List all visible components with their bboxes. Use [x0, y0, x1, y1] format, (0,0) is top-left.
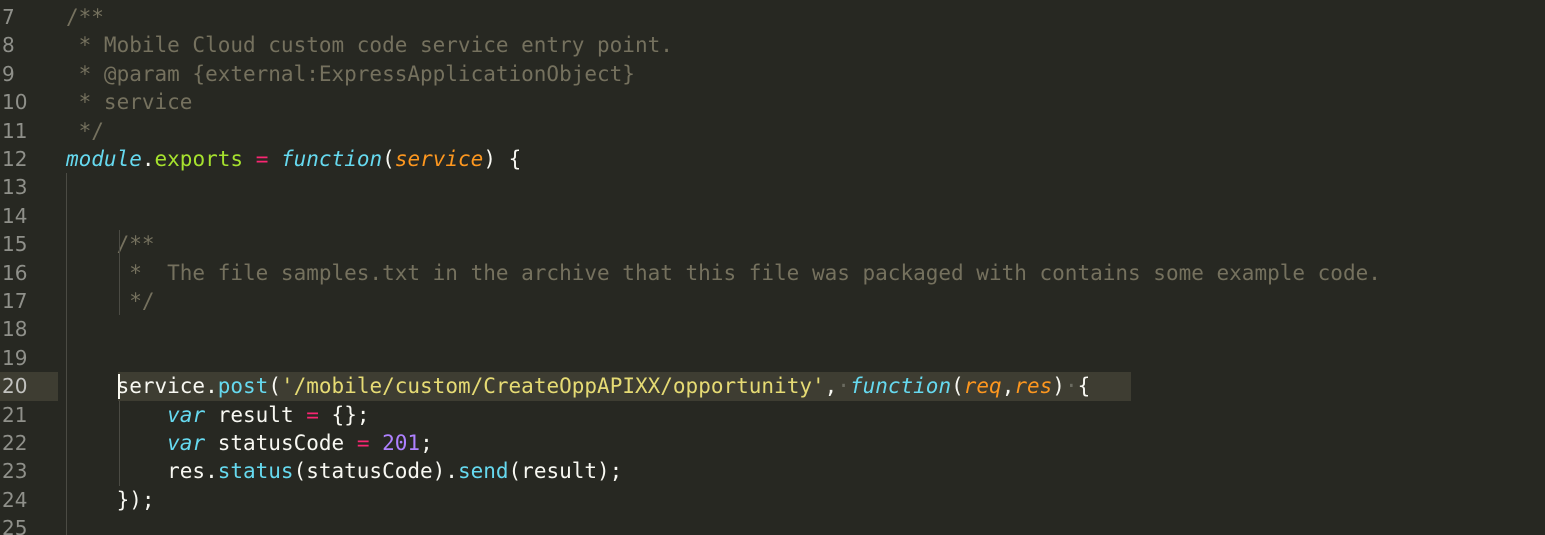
code-line[interactable]: });: [66, 486, 155, 514]
code-line[interactable]: * @param {external:ExpressApplicationObj…: [66, 60, 635, 88]
code-token: =: [255, 147, 269, 171]
code-line[interactable]: */: [66, 287, 155, 315]
code-token: var: [167, 402, 206, 427]
code-line[interactable]: * The file samples.txt in the archive th…: [66, 259, 1381, 287]
line-number: 7: [2, 5, 15, 29]
code-token: ·: [837, 374, 850, 399]
code-token: .: [205, 374, 218, 399]
code-area[interactable]: /** * Mobile Cloud custom code service e…: [66, 0, 1536, 535]
line-number: 25: [2, 516, 28, 535]
code-token: /**: [66, 5, 104, 29]
line-number: 22: [2, 431, 28, 455]
line-number: 17: [2, 289, 28, 313]
code-token: service: [394, 147, 484, 171]
code-token: 201: [382, 431, 421, 455]
line-number: 24: [2, 487, 28, 512]
code-line[interactable]: var result = {};: [66, 401, 369, 429]
code-token: ): [1052, 374, 1065, 399]
text-cursor: [118, 374, 120, 399]
code-token: .: [141, 147, 155, 171]
code-line[interactable]: res.status(statusCode).send(result);: [66, 457, 622, 485]
indent-guide: [119, 400, 120, 486]
code-token: function: [281, 147, 383, 171]
code-token: var: [167, 431, 206, 455]
code-line[interactable]: * Mobile Cloud custom code service entry…: [66, 31, 673, 59]
code-token: {};: [318, 402, 370, 427]
code-line[interactable]: */: [66, 117, 104, 145]
line-number: 18: [2, 317, 28, 342]
line-number: 21: [2, 402, 28, 427]
code-token: '/mobile/custom/CreateOppAPIXX/opportuni…: [280, 374, 825, 399]
line-number: 20: [0, 372, 58, 401]
code-token: statusCode: [205, 431, 357, 455]
code-token: req: [963, 374, 1002, 399]
code-token: result: [205, 402, 307, 427]
code-token: ;: [420, 431, 433, 455]
code-token: post: [217, 374, 269, 399]
code-token: {: [1077, 374, 1091, 399]
line-number-gutter: 7 8 9 10 11 12 13 14 15 16 17 18 19 20 21 22 23 24 25: [0, 0, 58, 535]
code-line[interactable]: /**: [66, 3, 104, 31]
code-token: * service: [66, 90, 193, 115]
code-line[interactable]: service.post('/mobile/custom/CreateOppAP…: [66, 372, 1091, 400]
line-number: 12: [2, 147, 28, 171]
code-line[interactable]: /**: [66, 230, 155, 258]
code-token: ·: [1064, 374, 1078, 399]
line-number: 19: [2, 345, 28, 370]
code-token: =: [306, 402, 319, 427]
code-token: });: [66, 487, 155, 512]
code-token: /**: [66, 232, 155, 257]
code-token: exports: [154, 147, 244, 171]
code-token: * Mobile Cloud custom code service entry…: [66, 33, 673, 58]
code-token: * The file samples.txt in the archive th…: [66, 260, 1381, 285]
code-line[interactable]: var statusCode = 201;: [66, 429, 433, 457]
line-number: 8: [2, 33, 15, 58]
code-token: (: [382, 147, 395, 171]
line-number: 9: [2, 61, 15, 86]
code-token: ,: [1001, 374, 1015, 399]
indent-guide: [119, 230, 120, 316]
line-number: 16: [2, 260, 28, 285]
code-token: (: [951, 374, 964, 399]
line-number: 23: [2, 459, 28, 484]
code-token: ) {: [483, 147, 522, 171]
code-token: status: [217, 459, 294, 484]
line-number: 14: [2, 203, 28, 228]
line-number: 11: [2, 118, 28, 143]
line-number: 10: [2, 90, 28, 115]
code-token: (statusCode).: [293, 459, 458, 484]
code-token: (: [268, 374, 281, 399]
code-token: ,: [824, 374, 838, 399]
code-token: res.: [66, 459, 218, 484]
code-token: =: [356, 431, 370, 455]
code-token: (result);: [508, 459, 623, 484]
code-line[interactable]: module.exports = function(service) {: [66, 145, 521, 173]
code-token: * @param {external:ExpressApplicationObj…: [66, 61, 635, 86]
code-token: */: [66, 289, 155, 313]
code-token: function: [849, 374, 952, 399]
code-token: module: [66, 147, 142, 171]
line-number: 13: [2, 175, 28, 200]
code-line[interactable]: * service: [66, 88, 193, 116]
line-number: 15: [2, 232, 28, 257]
indent-guide: [66, 173, 67, 535]
code-token: service: [66, 374, 206, 399]
code-token: */: [66, 118, 104, 143]
code-token: res: [1014, 374, 1053, 399]
code-token: send: [457, 459, 509, 484]
code-editor[interactable]: 7 8 9 10 11 12 13 14 15 16 17 18 19 20 21 22 23 24 25 /** …: [0, 0, 1545, 535]
